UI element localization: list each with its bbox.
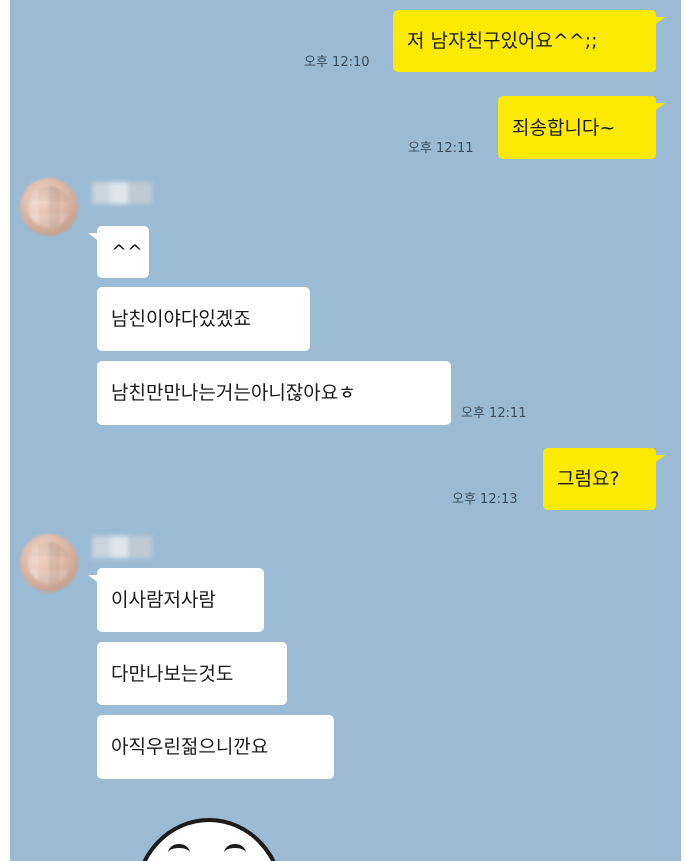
sender-name-blurred xyxy=(92,182,152,204)
sender-name-blurred xyxy=(92,536,152,558)
outgoing-message[interactable]: 그럼요? xyxy=(543,448,665,510)
sticker-eye xyxy=(224,844,246,861)
incoming-message[interactable]: 다만나보는것도 xyxy=(97,642,287,705)
message-time: 오후 12:11 xyxy=(461,406,527,421)
incoming-message[interactable]: 이사람저사람 xyxy=(88,568,264,632)
message-time: 오후 12:11 xyxy=(408,141,474,156)
incoming-message[interactable]: ^^ xyxy=(88,226,149,278)
incoming-message[interactable]: 아직우린젊으니깐요 xyxy=(97,715,334,779)
outgoing-message[interactable]: 저 남자친구있어요^^;; xyxy=(393,10,665,72)
sticker-eye xyxy=(168,844,190,861)
incoming-message[interactable]: 남친만만나는거는아니잖아요ㅎ xyxy=(97,361,451,425)
sticker-face[interactable] xyxy=(134,818,284,861)
chat-window: 오후 12:10 저 남자친구있어요^^;; 오후 12:11 죄송합니다~ ^… xyxy=(10,0,681,861)
message-time: 오후 12:10 xyxy=(304,55,370,70)
avatar[interactable] xyxy=(20,534,78,592)
outgoing-message[interactable]: 죄송합니다~ xyxy=(498,96,665,159)
avatar[interactable] xyxy=(20,178,78,236)
incoming-message[interactable]: 남친이야다있겠죠 xyxy=(97,287,310,351)
message-time: 오후 12:13 xyxy=(452,492,518,507)
